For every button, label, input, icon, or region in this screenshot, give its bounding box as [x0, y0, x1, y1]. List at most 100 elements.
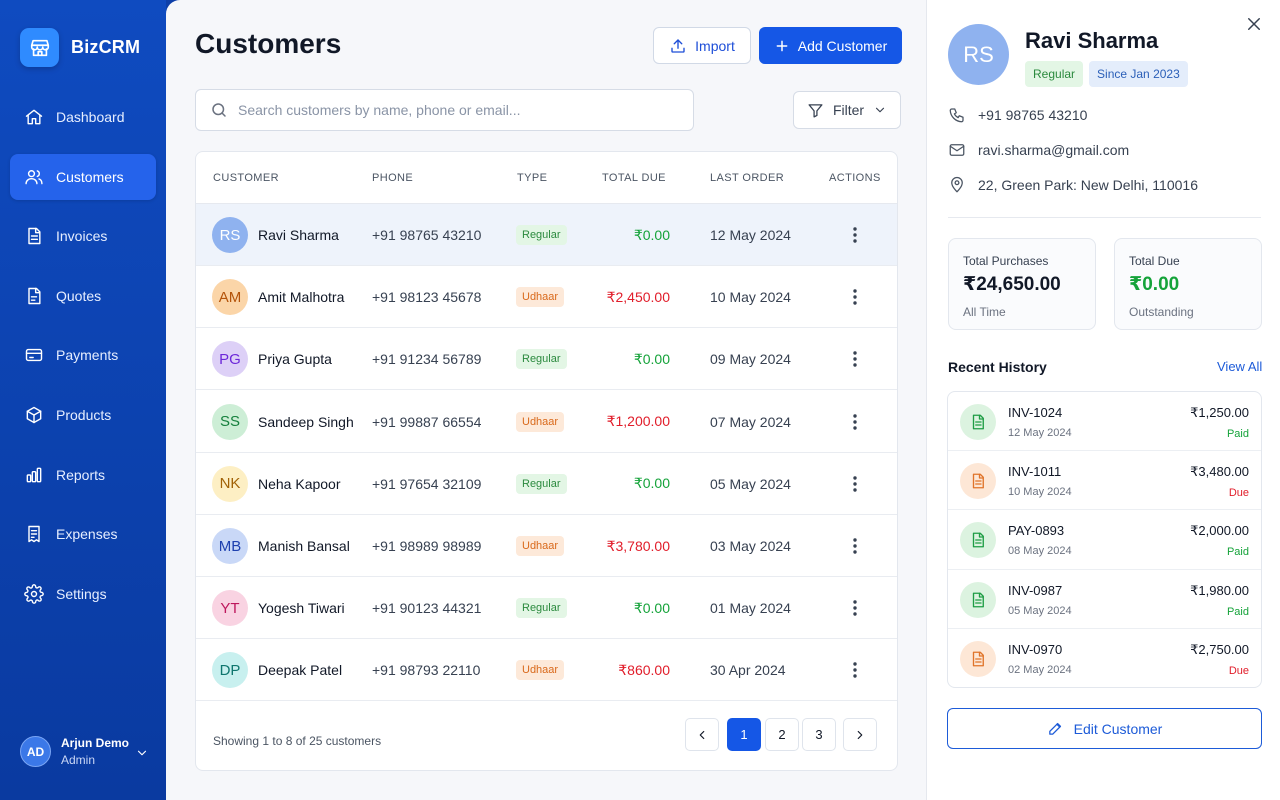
next-page-button[interactable]: [843, 718, 877, 751]
due-amount: ₹0.00: [633, 350, 670, 367]
sidebar-item-settings[interactable]: Settings: [10, 571, 156, 617]
last-order-cell: 10 May 2024: [710, 289, 791, 306]
due-cell: ₹0.00: [576, 453, 670, 515]
close-icon[interactable]: [1245, 15, 1263, 33]
contact-address: 22, Green Park: New Delhi, 110016: [948, 176, 1198, 194]
last-order-cell: 05 May 2024: [710, 475, 791, 492]
sidebar-item-reports[interactable]: Reports: [10, 452, 156, 498]
mail-icon: [949, 144, 965, 156]
type-cell: Udhaar: [516, 391, 565, 453]
due-amount: ₹0.00: [633, 599, 670, 616]
sidebar-item-payments[interactable]: Payments: [10, 332, 156, 378]
table-row[interactable]: NK Neha Kapoor +91 97654 32109 Regular ₹0.00…: [196, 453, 897, 515]
table-row[interactable]: SS Sandeep Singh +91 99887 66554 Udhaar ₹1,2…: [196, 391, 897, 453]
phone-cell: +91 91234 56789: [372, 351, 482, 368]
sidebar-item-label: Products: [56, 406, 112, 423]
edit-customer-button[interactable]: Edit Customer: [947, 708, 1262, 749]
add-customer-button[interactable]: Add Customer: [759, 27, 902, 64]
more-options-icon[interactable]: [845, 413, 865, 430]
more-options-icon[interactable]: [845, 600, 865, 616]
contact-email[interactable]: ravi.sharma@gmail.com: [948, 141, 1129, 159]
history-item[interactable]: INV-0970 02 May 2024 ₹2,750.00 Due: [948, 629, 1261, 687]
prev-page-button[interactable]: [685, 718, 719, 751]
sidebar-item-invoices[interactable]: Invoices: [10, 213, 156, 259]
sidebar: BizCRM Dashboard Customers Invoices Quot…: [0, 0, 166, 800]
sidebar-item-products[interactable]: Products: [10, 392, 156, 438]
more-options-icon[interactable]: [845, 227, 865, 243]
home-icon: [25, 109, 43, 125]
box-icon: [26, 406, 42, 424]
sidebar-item-dashboard[interactable]: Dashboard: [10, 94, 156, 140]
document-icon: [960, 404, 996, 440]
avatar: YT: [212, 590, 248, 627]
table-row[interactable]: MB Manish Bansal +91 98989 98989 Udhaar ₹3,7…: [196, 515, 897, 577]
history-item[interactable]: PAY-0893 08 May 2024 ₹2,000.00 Paid: [948, 510, 1261, 570]
user-menu[interactable]: AD Arjun Demo Admin: [20, 736, 147, 767]
address-text: 22, Green Park: New Delhi, 110016: [978, 177, 1198, 193]
more-options-icon[interactable]: [845, 538, 865, 554]
avatar: NK: [212, 465, 248, 502]
type-badge: Regular: [516, 473, 567, 494]
history-status: Paid: [1226, 428, 1249, 440]
brand-name: BizCRM: [71, 37, 141, 57]
last-order-cell: 30 Apr 2024: [710, 662, 786, 679]
page-button[interactable]: 2: [765, 718, 799, 751]
customer-cell: SS Sandeep Singh: [212, 391, 354, 453]
avatar: RS: [212, 217, 248, 253]
customer-cell: AM Amit Malhotra: [212, 266, 344, 328]
actions-cell: [845, 328, 865, 390]
sidebar-item-label: Payments: [56, 347, 119, 364]
column-header: ACTIONS: [829, 172, 881, 184]
brand[interactable]: BizCRM: [20, 28, 140, 67]
page-button[interactable]: 3: [802, 718, 836, 751]
type-cell: Udhaar: [516, 515, 565, 577]
more-options-icon[interactable]: [845, 476, 865, 492]
column-header[interactable]: CUSTOMER: [213, 172, 279, 184]
column-header[interactable]: PHONE: [372, 172, 413, 184]
history-status: Due: [1228, 664, 1249, 677]
phone-cell: +91 97654 32109: [372, 475, 482, 492]
document-icon: [960, 581, 996, 618]
chevron-down-icon[interactable]: [135, 746, 149, 760]
contact-phone[interactable]: +91 98765 43210: [948, 106, 1087, 124]
column-header[interactable]: TYPE: [517, 172, 547, 184]
avatar: AD: [20, 736, 51, 767]
history-id: INV-1011: [1008, 464, 1062, 480]
table-row[interactable]: DP Deepak Patel +91 98793 22110 Udhaar ₹860.…: [196, 639, 897, 702]
sidebar-item-customers[interactable]: Customers: [10, 153, 156, 200]
sidebar-item-quotes[interactable]: Quotes: [10, 273, 156, 319]
import-button[interactable]: Import: [653, 27, 751, 64]
showing-text: Showing 1 to 8 of 25 customers: [213, 734, 382, 748]
page-button[interactable]: 1: [727, 718, 761, 751]
due-cell: ₹1,200.00: [576, 391, 670, 453]
sidebar-item-expenses[interactable]: Expenses: [10, 511, 156, 557]
history-item[interactable]: INV-1024 12 May 2024 ₹1,250.00 Paid: [948, 392, 1261, 452]
type-badge: Regular: [516, 598, 567, 619]
more-options-icon[interactable]: [845, 289, 865, 305]
more-options-icon[interactable]: [845, 351, 865, 368]
view-all-link[interactable]: View All: [1217, 359, 1262, 374]
filter-button[interactable]: Filter: [793, 91, 901, 129]
document-icon: [960, 463, 996, 500]
customer-cell: RS Ravi Sharma: [212, 204, 339, 266]
table-row[interactable]: AM Amit Malhotra +91 98123 45678 Udhaar ₹2,4…: [196, 266, 897, 329]
actions-cell: [845, 453, 865, 515]
history-id: PAY-0893: [1008, 523, 1065, 539]
history-item[interactable]: INV-1011 10 May 2024 ₹3,480.00 Due: [948, 451, 1261, 511]
quote-icon: [28, 287, 41, 304]
due-cell: ₹0.00: [576, 577, 670, 639]
history-item[interactable]: INV-0987 05 May 2024 ₹1,980.00 Paid: [948, 570, 1261, 629]
filter-label: Filter: [832, 102, 865, 118]
history-amount: ₹1,250.00: [1190, 405, 1249, 420]
due-amount: ₹0.00: [633, 475, 670, 492]
column-header[interactable]: TOTAL DUE: [602, 172, 666, 184]
search-input[interactable]: [238, 102, 678, 118]
more-options-icon[interactable]: [845, 662, 865, 679]
column-header[interactable]: LAST ORDER: [710, 172, 784, 184]
due-amount: ₹3,780.00: [606, 537, 670, 554]
table-row[interactable]: PG Priya Gupta +91 91234 56789 Regular ₹0.00…: [196, 328, 897, 391]
table-row[interactable]: RS Ravi Sharma +91 98765 43210 Regular ₹0.00…: [196, 204, 897, 266]
history-amount: ₹2,000.00: [1190, 523, 1249, 539]
table-row[interactable]: YT Yogesh Tiwari +91 90123 44321 Regular ₹0.…: [196, 577, 897, 640]
divider: [948, 217, 1261, 218]
